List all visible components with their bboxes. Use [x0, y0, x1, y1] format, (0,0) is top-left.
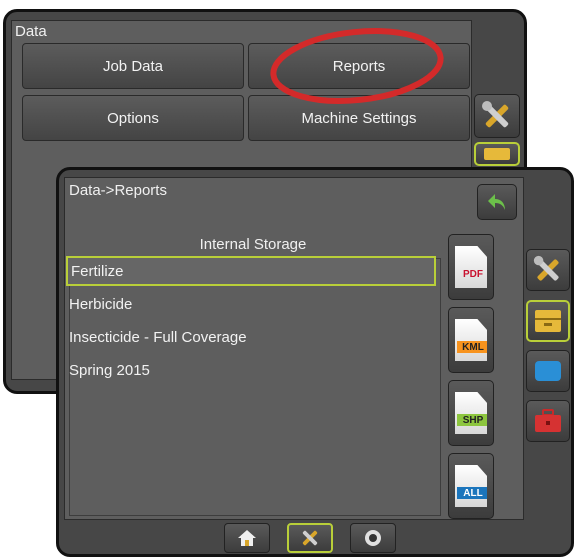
data-tab-button[interactable] — [526, 300, 570, 342]
kml-tag: KML — [457, 341, 487, 353]
back-button[interactable] — [477, 184, 517, 220]
data-tab-button-back[interactable] — [474, 142, 520, 166]
export-all-button[interactable]: ALL — [448, 453, 494, 519]
back-arrow-icon — [488, 194, 505, 210]
display-tab-button[interactable] — [526, 350, 570, 392]
camera-button[interactable] — [350, 523, 396, 553]
data-drawer-icon — [535, 310, 561, 332]
report-item-spring-2015[interactable]: Spring 2015 — [66, 355, 436, 385]
job-data-button[interactable]: Job Data — [22, 43, 244, 89]
shp-file-icon: SHP — [455, 392, 487, 434]
kml-file-icon: KML — [455, 319, 487, 361]
data-title: Data — [15, 23, 47, 40]
breadcrumb: Data->Reports — [69, 182, 167, 199]
home-button[interactable] — [224, 523, 270, 553]
export-pdf-button[interactable]: PDF — [448, 234, 494, 300]
home-icon — [238, 530, 256, 546]
export-kml-button[interactable]: KML — [448, 307, 494, 373]
export-shp-button[interactable]: SHP — [448, 380, 494, 446]
toolbox-tab-button[interactable] — [526, 400, 570, 442]
tools-icon — [533, 255, 559, 281]
storage-heading: Internal Storage — [199, 236, 307, 253]
report-item-insecticide[interactable]: Insecticide - Full Coverage — [66, 322, 436, 352]
options-button[interactable]: Options — [22, 95, 244, 141]
toolbox-icon — [535, 409, 561, 432]
camera-icon — [365, 530, 381, 546]
pdf-tag: PDF — [463, 268, 483, 280]
shp-tag: SHP — [457, 414, 487, 426]
all-tag: ALL — [457, 487, 487, 499]
tools-icon — [482, 101, 509, 128]
tools-nav-button[interactable] — [287, 523, 333, 553]
highlight-circle — [270, 28, 444, 104]
data-drawer-icon — [484, 148, 510, 160]
tools-tab-button[interactable] — [526, 249, 570, 291]
tools-tab-button[interactable] — [474, 94, 520, 138]
display-icon — [535, 361, 561, 381]
report-item-fertilize[interactable]: Fertilize — [66, 256, 436, 286]
tools-icon — [302, 530, 318, 546]
report-item-herbicide[interactable]: Herbicide — [66, 289, 436, 319]
pdf-file-icon: PDF — [455, 246, 487, 288]
all-file-icon: ALL — [455, 465, 487, 507]
